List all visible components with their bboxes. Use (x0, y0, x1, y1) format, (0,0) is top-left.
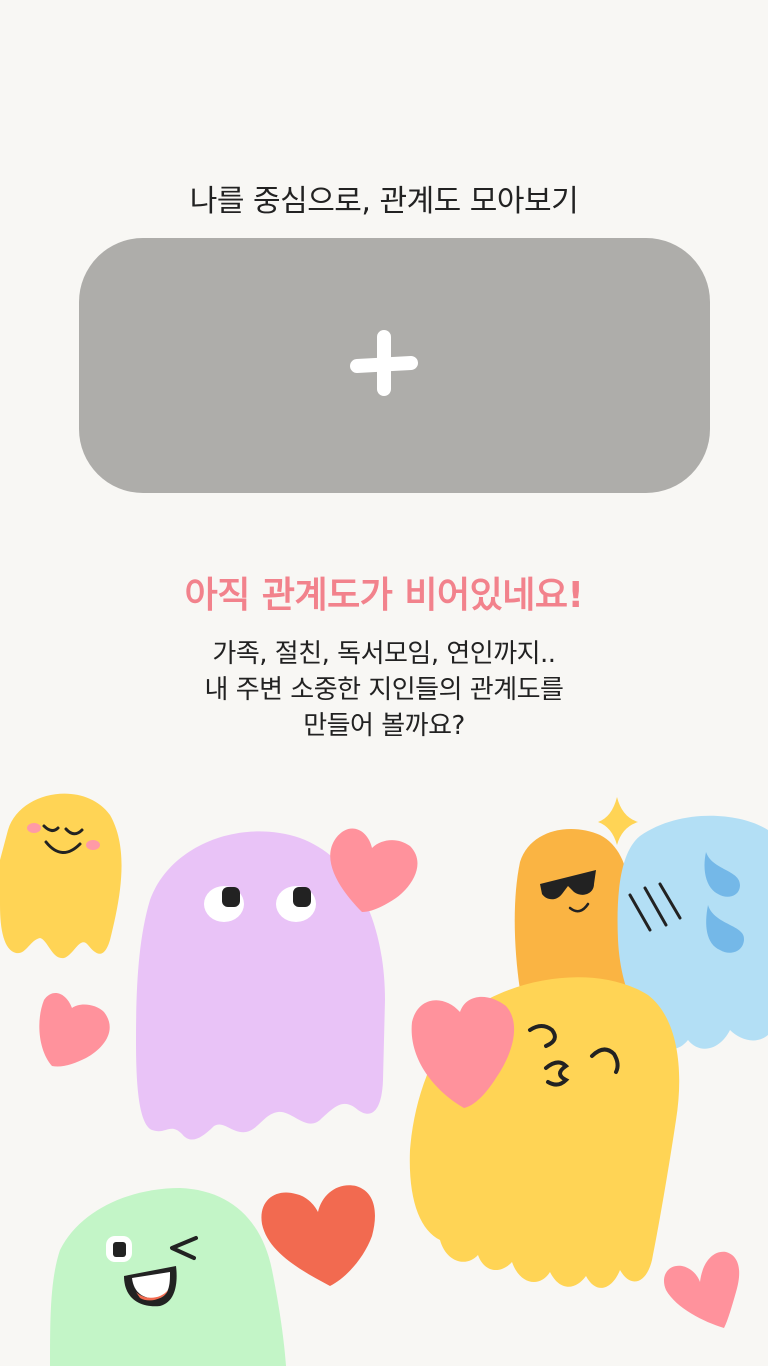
empty-state-description: 가족, 절친, 독서모임, 연인까지.. 내 주변 소중한 지인들의 관계도를 … (0, 636, 768, 744)
red-heart-icon (261, 1185, 375, 1286)
description-line-2: 내 주변 소중한 지인들의 관계도를 (204, 675, 564, 705)
orange-sunglasses-ghost-icon (514, 829, 631, 990)
ghost-friends-illustration (0, 793, 768, 1366)
add-relationship-map-button[interactable] (79, 238, 710, 493)
yellow-smiling-ghost-icon (0, 793, 122, 959)
empty-state-title: 아직 관계도가 비어있네요! (184, 575, 584, 616)
description-line-3: 만들어 볼까요? (303, 711, 465, 741)
plus-icon (350, 330, 418, 396)
description-line-1: 가족, 절친, 독서모임, 연인까지.. (212, 639, 556, 669)
pink-heart-icon (39, 993, 110, 1067)
pink-heart-icon (663, 1251, 740, 1328)
green-winking-ghost-icon (50, 1188, 286, 1366)
